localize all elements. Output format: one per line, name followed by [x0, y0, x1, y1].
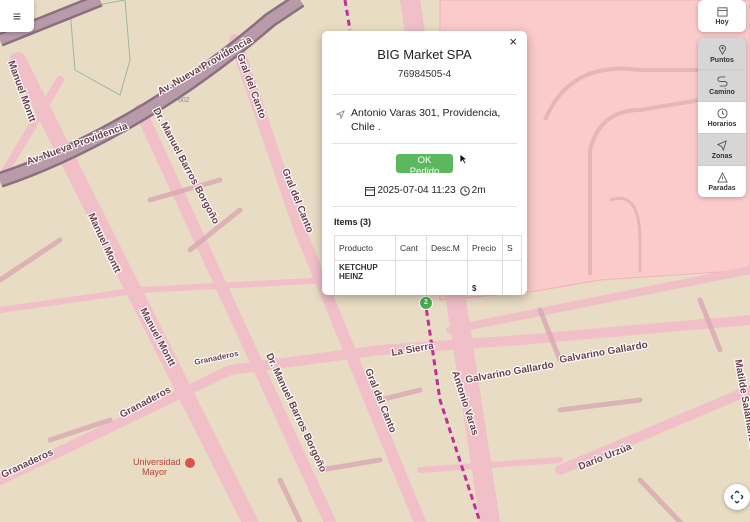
col-s: S [502, 235, 522, 261]
warning-icon [716, 171, 728, 183]
divider [332, 206, 517, 207]
location-arrow-icon [336, 110, 345, 119]
ok-order-button[interactable]: OK Pedido [396, 154, 453, 177]
toolbar-camino-button[interactable]: Camino [698, 70, 746, 102]
hamburger-icon: ≡ [12, 8, 22, 24]
cell-cant [395, 260, 427, 295]
col-cant: Cant [395, 235, 427, 261]
recenter-button[interactable] [724, 484, 750, 510]
clock-icon [716, 107, 728, 119]
col-producto: Producto [334, 235, 396, 261]
table-row: KETCHUP HEINZ $ [334, 260, 522, 295]
toolbar-horarios-button[interactable]: Horarios [698, 102, 746, 134]
cell-producto: KETCHUP HEINZ [334, 260, 396, 295]
today-label: Hoy [715, 19, 729, 26]
label-universidad: Universidad [133, 457, 181, 467]
cell-desc [426, 260, 468, 295]
order-datetime: 2025-07-04 11:23 [377, 185, 456, 196]
menu-button[interactable]: ≡ [0, 0, 34, 32]
polygon-icon [716, 139, 727, 151]
customer-rut: 76984505-4 [397, 69, 452, 80]
calendar-icon [365, 186, 376, 196]
toolbar-puntos-button[interactable]: Puntos [698, 38, 746, 70]
col-desc: Desc.M [426, 235, 468, 261]
mouse-pointer-icon [459, 153, 468, 165]
route-stop-marker[interactable]: 2 [419, 296, 433, 310]
order-popup: × BIG Market SPA 76984505-4 Antonio Vara… [322, 31, 527, 295]
clock-icon [459, 185, 470, 196]
toolbar-puntos-label: Puntos [710, 56, 734, 64]
toolbar-camino-label: Camino [709, 88, 735, 96]
university-poi-icon [185, 458, 195, 468]
items-table: Producto Cant Desc.M Precio S KETCHUP HE… [334, 235, 522, 295]
cell-s [502, 260, 522, 295]
address-row: Antonio Varas 301, Providencia, Chile . [322, 95, 527, 143]
toolbar-paradas-label: Paradas [708, 184, 736, 192]
toolbar-horarios-label: Horarios [707, 120, 737, 128]
col-precio: Precio [467, 235, 503, 261]
today-button[interactable]: Hoy [698, 0, 746, 32]
calendar-icon [716, 7, 728, 17]
order-meta: 2025-07-04 11:23 2m [322, 185, 527, 196]
close-icon[interactable]: × [509, 34, 517, 49]
cell-precio: $ [467, 260, 503, 295]
toolbar-paradas-button[interactable]: Paradas [698, 166, 746, 197]
customer-name: BIG Market SPA [377, 47, 472, 62]
label-602: 602 [178, 97, 190, 104]
label-mayor: Mayor [142, 467, 167, 477]
items-title: Items (3) [334, 217, 372, 227]
address-text: Antonio Varas 301, Providencia, Chile . [351, 107, 501, 133]
pin-icon [718, 44, 726, 55]
divider [332, 143, 517, 144]
toolbar-zonas-label: Zonas [711, 152, 733, 160]
move-arrows-icon [730, 490, 744, 504]
table-header-row: Producto Cant Desc.M Precio S [334, 235, 522, 261]
route-icon [716, 75, 728, 87]
toolbar-zonas-button[interactable]: Zonas [698, 134, 746, 166]
map-layer-toolbar: Puntos Camino Horarios Zonas Paradas [698, 38, 746, 197]
order-duration: 2m [471, 185, 486, 196]
